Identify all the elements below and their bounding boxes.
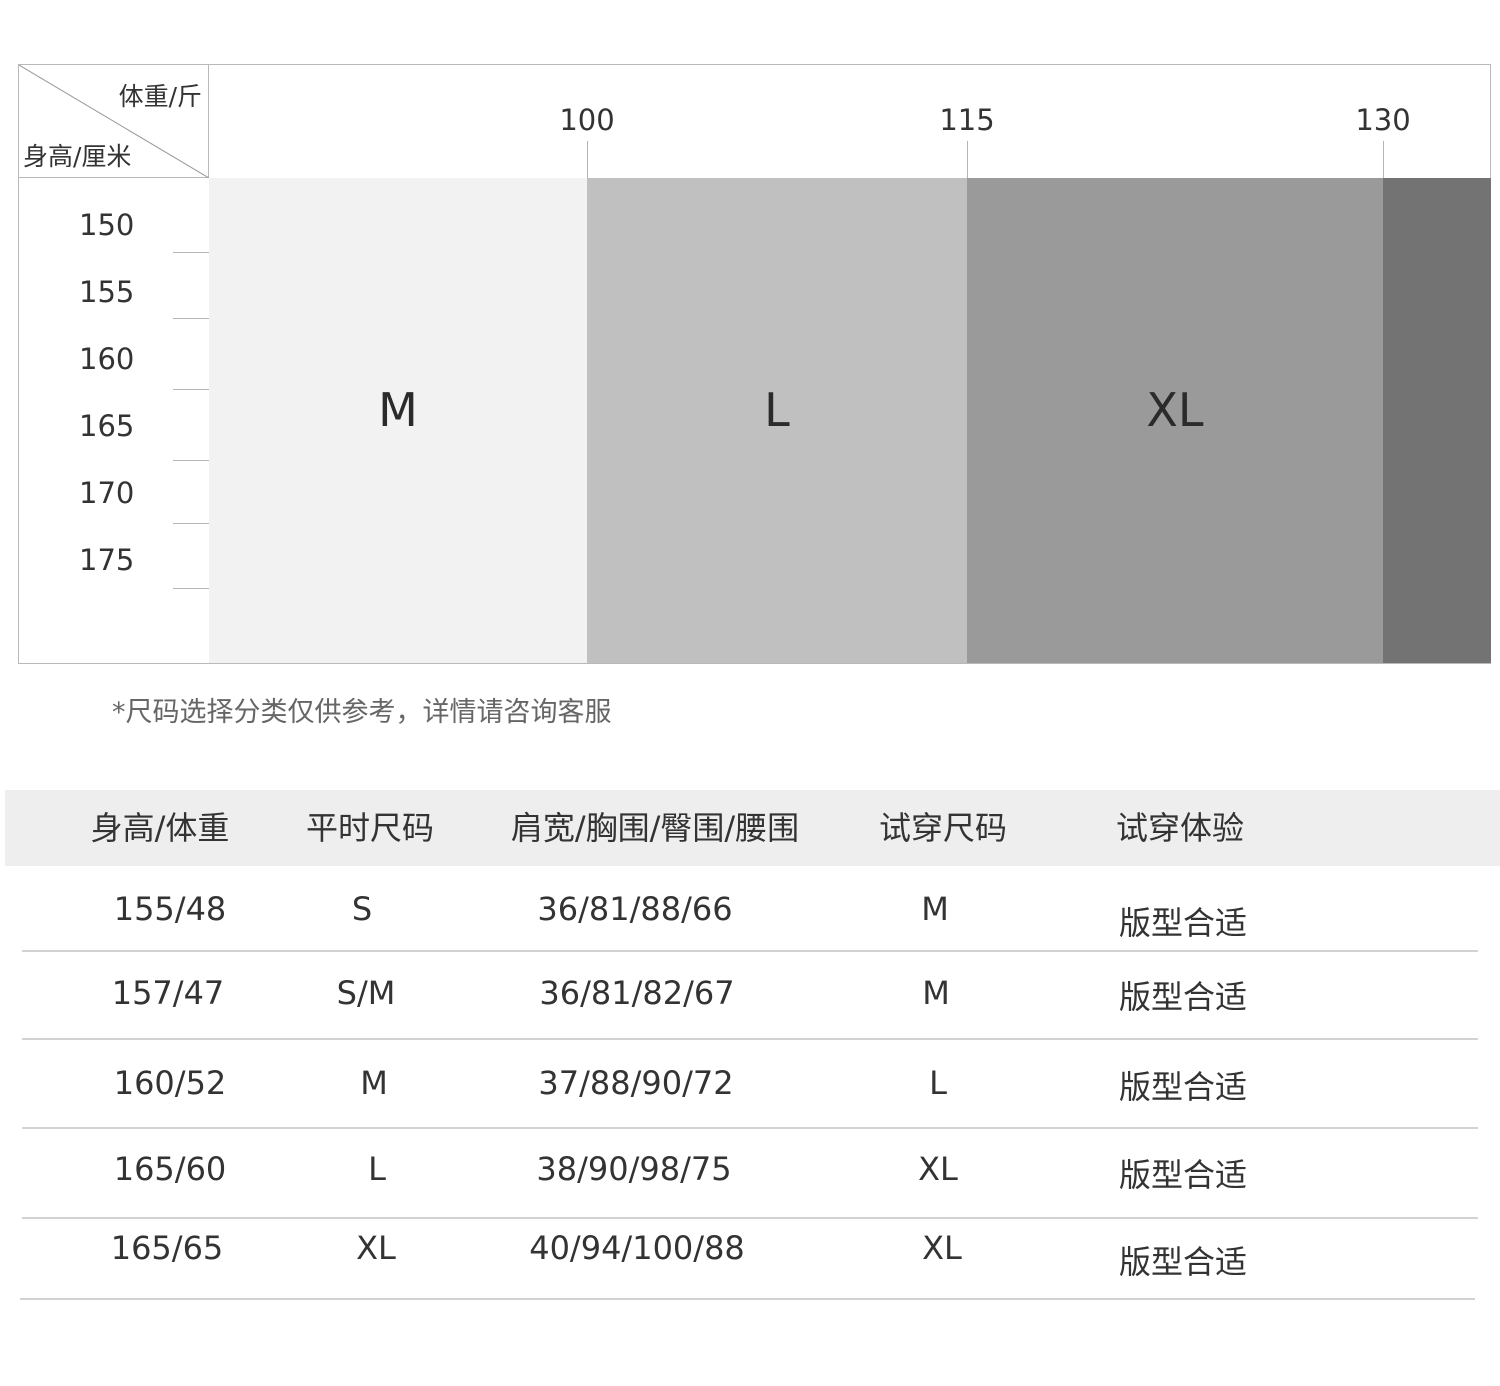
weight-tick-line — [587, 141, 588, 178]
cell-usual-size: M — [360, 1064, 388, 1102]
weight-axis-label: 体重/斤 — [118, 82, 202, 111]
size-band-label: XL — [1146, 383, 1204, 437]
height-tick-line — [173, 588, 209, 589]
cell-height-weight: 155/48 — [113, 890, 227, 928]
height-tick-line — [173, 252, 209, 253]
cell-measurements: 37/88/90/72 — [538, 1064, 734, 1102]
cell-fit-experience: 版型合适 — [1118, 1156, 1247, 1194]
size-band-l: L — [587, 178, 967, 663]
size-band-label: L — [764, 383, 790, 437]
cell-fit-experience: 版型合适 — [1118, 1243, 1247, 1281]
row-divider — [22, 1127, 1478, 1129]
fit-table-header: 身高/体重 平时尺码 肩宽/胸围/臀围/腰围 试穿尺码 试穿体验 — [5, 790, 1500, 866]
cell-measurements: 40/94/100/88 — [529, 1229, 745, 1267]
cell-height-weight: 157/47 — [111, 974, 225, 1012]
cell-height-weight: 160/52 — [113, 1064, 227, 1102]
cell-measurements: 36/81/82/67 — [539, 974, 735, 1012]
height-tick-label: 165 — [79, 409, 135, 443]
header-tried-size: 试穿尺码 — [878, 809, 1007, 847]
cell-usual-size: S/M — [336, 974, 396, 1012]
height-tick-line — [173, 318, 209, 319]
weight-tick-line — [967, 141, 968, 178]
row-divider — [22, 950, 1478, 952]
cell-fit-experience: 版型合适 — [1118, 904, 1247, 942]
cell-height-weight: 165/60 — [113, 1150, 227, 1188]
weight-tick-line — [1383, 141, 1384, 178]
cell-tried-size: XL — [922, 1229, 962, 1267]
weight-tick-label: 130 — [1355, 103, 1411, 137]
height-tick-label: 155 — [79, 275, 135, 309]
size-band-m: M — [209, 178, 587, 663]
cell-tried-size: L — [929, 1064, 947, 1102]
header-fit-experience: 试穿体验 — [1115, 809, 1244, 847]
height-tick-label: 170 — [79, 476, 135, 510]
cell-tried-size: M — [921, 890, 949, 928]
cell-fit-experience: 版型合适 — [1118, 978, 1247, 1016]
size-chart: 体重/斤 身高/厘米 100 115 130 M L XL 150 155 16… — [18, 64, 1491, 664]
chart-corner-header: 体重/斤 身高/厘米 — [19, 65, 209, 178]
weight-tick-label: 115 — [939, 103, 995, 137]
header-height-weight: 身高/体重 — [90, 809, 230, 847]
cell-tried-size: XL — [918, 1150, 958, 1188]
size-band-label: M — [378, 383, 418, 437]
height-tick-line — [173, 389, 209, 390]
cell-height-weight: 165/65 — [110, 1229, 224, 1267]
header-measurements: 肩宽/胸围/臀围/腰围 — [510, 809, 800, 847]
cell-measurements: 36/81/88/66 — [537, 890, 733, 928]
cell-measurements: 38/90/98/75 — [536, 1150, 732, 1188]
row-divider — [22, 1038, 1478, 1040]
height-tick-label: 150 — [79, 208, 135, 242]
height-tick-line — [173, 460, 209, 461]
size-band-xl: XL — [967, 178, 1383, 663]
height-tick-label: 175 — [79, 543, 135, 577]
cell-fit-experience: 版型合适 — [1118, 1068, 1247, 1106]
weight-tick-label: 100 — [559, 103, 615, 137]
row-divider — [20, 1298, 1475, 1300]
height-tick-line — [173, 523, 209, 524]
size-disclaimer-note: *尺码选择分类仅供参考，详情请咨询客服 — [112, 697, 612, 728]
size-band-over-130 — [1383, 178, 1491, 663]
header-usual-size: 平时尺码 — [305, 809, 434, 847]
cell-usual-size: S — [351, 890, 373, 928]
row-divider — [22, 1217, 1478, 1219]
cell-usual-size: XL — [356, 1229, 396, 1267]
cell-tried-size: M — [922, 974, 950, 1012]
height-tick-label: 160 — [79, 342, 135, 376]
height-axis-label: 身高/厘米 — [23, 142, 132, 171]
cell-usual-size: L — [368, 1150, 386, 1188]
